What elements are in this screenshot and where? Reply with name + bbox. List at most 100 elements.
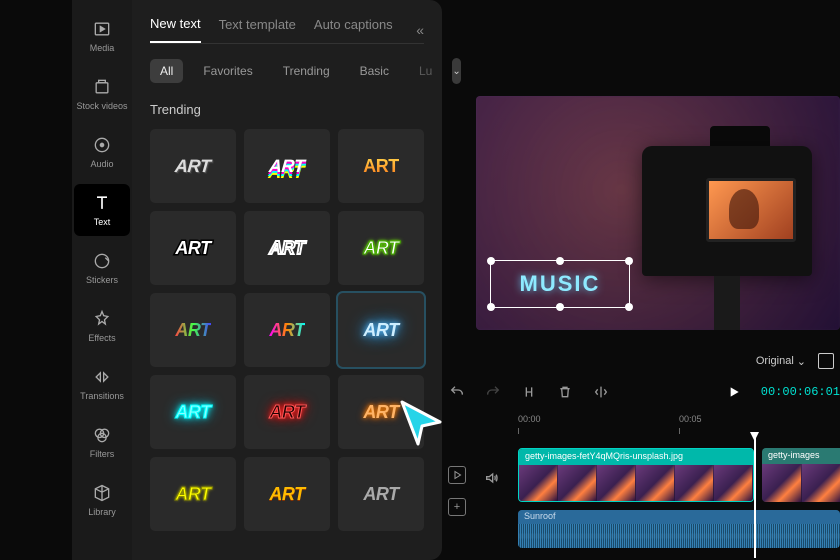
text-style-tile[interactable]: ART bbox=[244, 293, 330, 367]
overlay-text[interactable]: MUSIC bbox=[520, 271, 601, 297]
resize-handle[interactable] bbox=[556, 303, 564, 311]
resize-handle[interactable] bbox=[625, 257, 633, 265]
text-style-tile[interactable]: ART bbox=[338, 375, 424, 449]
ruler-tick: 00:05 bbox=[679, 414, 840, 434]
collapse-panel-icon[interactable]: « bbox=[416, 22, 424, 38]
sidebar-item-media[interactable]: Media bbox=[74, 10, 130, 62]
filter-favorites[interactable]: Favorites bbox=[193, 59, 262, 83]
tab-text-template[interactable]: Text template bbox=[219, 17, 296, 42]
clip-label: getty-images-fetY4qMQris-unsplash.jpg bbox=[519, 449, 753, 465]
sidebar-label: Filters bbox=[90, 449, 115, 459]
add-track-icon[interactable]: + bbox=[448, 498, 466, 516]
text-style-tile[interactable]: ART bbox=[150, 375, 236, 449]
resize-handle[interactable] bbox=[487, 303, 495, 311]
text-style-tile[interactable]: ART bbox=[244, 129, 330, 203]
resize-handle[interactable] bbox=[487, 257, 495, 265]
sidebar-item-effects[interactable]: Effects bbox=[74, 300, 130, 352]
audio-track[interactable]: Sunroof bbox=[518, 510, 840, 550]
ruler-tick: 00:00 bbox=[518, 414, 679, 434]
filter-basic[interactable]: Basic bbox=[350, 59, 399, 83]
transitions-icon bbox=[92, 367, 112, 387]
library-icon bbox=[92, 483, 112, 503]
tab-auto-captions[interactable]: Auto captions bbox=[314, 17, 393, 42]
clip-label: getty-images bbox=[762, 448, 840, 464]
panel-tabs: New text Text template Auto captions « bbox=[150, 16, 424, 44]
text-overlay-box[interactable]: MUSIC bbox=[490, 260, 630, 308]
sidebar-label: Text bbox=[94, 217, 111, 227]
timecode: 00:00:06:01 bbox=[761, 385, 840, 399]
sidebar-item-stock[interactable]: Stock videos bbox=[74, 68, 130, 120]
filter-all[interactable]: All bbox=[150, 59, 183, 83]
aspect-ratio-dropdown[interactable]: Original ⌄ bbox=[756, 355, 806, 368]
audio-icon bbox=[92, 135, 112, 155]
text-style-tile[interactable]: ART bbox=[338, 211, 424, 285]
text-style-grid: ART ART ART ART ART ART ART ART ART ART … bbox=[150, 129, 424, 531]
media-icon bbox=[92, 19, 112, 39]
sidebar-item-library[interactable]: Library bbox=[74, 474, 130, 526]
redo-icon[interactable] bbox=[484, 383, 502, 401]
sidebar-label: Stock videos bbox=[76, 101, 127, 111]
text-style-tile[interactable]: ART bbox=[150, 293, 236, 367]
text-style-tile[interactable]: ART bbox=[150, 457, 236, 531]
undo-icon[interactable] bbox=[448, 383, 466, 401]
sidebar-label: Stickers bbox=[86, 275, 118, 285]
filters-icon bbox=[92, 425, 112, 445]
sidebar-label: Library bbox=[88, 507, 116, 517]
audio-clip[interactable]: Sunroof bbox=[518, 510, 840, 548]
clip-thumbnails bbox=[519, 465, 753, 501]
text-style-tile[interactable]: ART bbox=[244, 375, 330, 449]
timeline-ruler[interactable]: 00:00 00:05 bbox=[518, 414, 840, 434]
clip-thumbnails bbox=[762, 464, 840, 502]
effects-icon bbox=[92, 309, 112, 329]
stock-icon bbox=[92, 77, 112, 97]
sidebar-label: Media bbox=[90, 43, 115, 53]
video-clip[interactable]: getty-images bbox=[762, 448, 840, 502]
text-panel: New text Text template Auto captions « A… bbox=[132, 0, 442, 560]
audio-label: Sunroof bbox=[518, 510, 840, 524]
sidebar-item-stickers[interactable]: Stickers bbox=[74, 242, 130, 294]
video-track[interactable]: getty-images-fetY4qMQris-unsplash.jpg ge… bbox=[518, 448, 840, 512]
sidebar-item-text[interactable]: Text bbox=[74, 184, 130, 236]
filter-more[interactable]: Lu bbox=[409, 59, 442, 83]
text-style-tile[interactable]: ART bbox=[150, 211, 236, 285]
text-style-tile-selected[interactable]: ART bbox=[338, 293, 424, 367]
sidebar-item-filters[interactable]: Filters bbox=[74, 416, 130, 468]
play-icon[interactable] bbox=[725, 383, 743, 401]
playhead[interactable] bbox=[754, 438, 756, 558]
left-sidebar: Media Stock videos Audio Text Stickers E… bbox=[72, 0, 132, 560]
split-icon[interactable] bbox=[520, 383, 538, 401]
text-style-tile[interactable]: ART bbox=[150, 129, 236, 203]
delete-icon[interactable] bbox=[556, 383, 574, 401]
camera-prop bbox=[714, 276, 740, 330]
sidebar-item-transitions[interactable]: Transitions bbox=[74, 358, 130, 410]
mute-track-icon[interactable] bbox=[484, 470, 500, 491]
tab-new-text[interactable]: New text bbox=[150, 16, 201, 43]
stickers-icon bbox=[92, 251, 112, 271]
video-preview[interactable]: MUSIC bbox=[476, 96, 840, 330]
chevron-down-icon: ⌄ bbox=[797, 355, 806, 368]
resize-handle[interactable] bbox=[556, 257, 564, 265]
text-style-tile[interactable]: ART bbox=[338, 129, 424, 203]
waveform bbox=[518, 524, 840, 548]
fullscreen-icon[interactable] bbox=[818, 353, 834, 369]
video-clip-selected[interactable]: getty-images-fetY4qMQris-unsplash.jpg bbox=[518, 448, 754, 502]
sidebar-label: Effects bbox=[88, 333, 115, 343]
add-track-icon[interactable] bbox=[448, 466, 466, 484]
sidebar-item-audio[interactable]: Audio bbox=[74, 126, 130, 178]
text-style-tile[interactable]: ART bbox=[244, 211, 330, 285]
section-title: Trending bbox=[150, 102, 424, 117]
timeline: + 00:00 00:05 getty-images-fetY4qMQris-u… bbox=[442, 410, 840, 560]
camera-prop bbox=[706, 178, 796, 242]
text-icon bbox=[92, 193, 112, 213]
sidebar-label: Transitions bbox=[80, 391, 124, 401]
preview-footer: Original ⌄ bbox=[476, 348, 840, 374]
filter-dropdown-icon[interactable]: ⌄ bbox=[452, 58, 460, 84]
text-style-tile[interactable]: ART bbox=[244, 457, 330, 531]
filter-row: All Favorites Trending Basic Lu ⌄ bbox=[150, 58, 424, 84]
sidebar-label: Audio bbox=[90, 159, 113, 169]
filter-trending[interactable]: Trending bbox=[273, 59, 340, 83]
timeline-toolbar: 00:00:06:01 bbox=[442, 378, 840, 406]
resize-handle[interactable] bbox=[625, 303, 633, 311]
text-style-tile[interactable]: ART bbox=[338, 457, 424, 531]
mirror-icon[interactable] bbox=[592, 383, 610, 401]
